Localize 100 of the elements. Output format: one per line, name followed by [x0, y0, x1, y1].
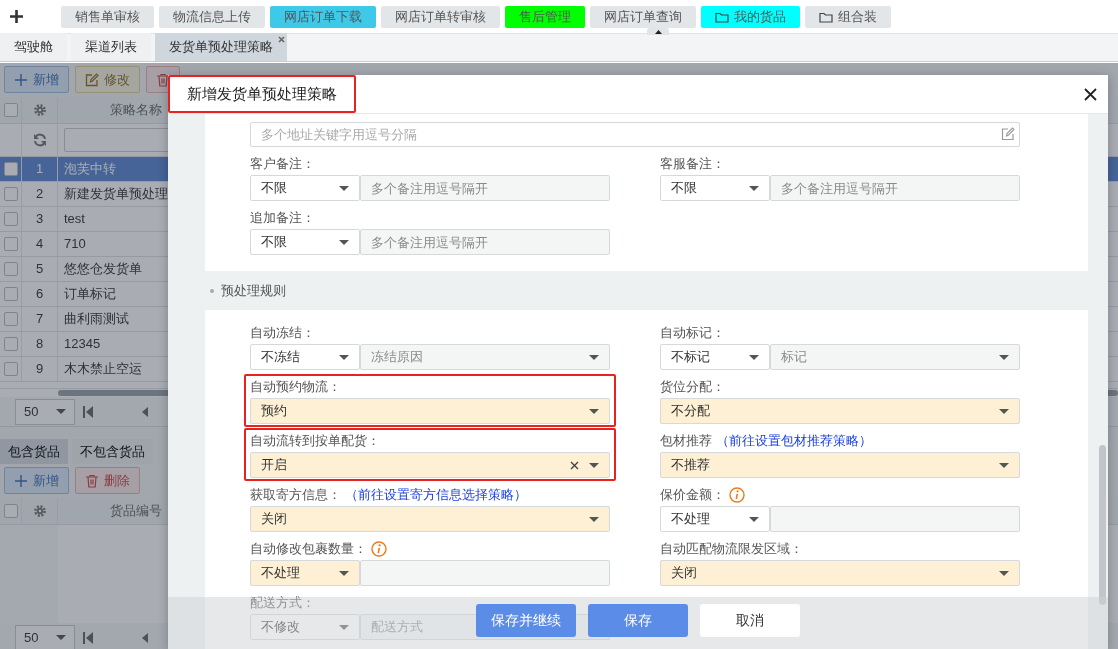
caret-icon: [56, 409, 66, 414]
checkbox[interactable]: [3, 187, 18, 201]
field-label: 保价金额：: [660, 485, 725, 504]
trash-icon: [85, 473, 99, 488]
page-tab[interactable]: 驾驶舱: [0, 33, 67, 61]
field-label: 自动预约物流：: [250, 377, 341, 396]
page-size-select[interactable]: 50: [15, 624, 75, 649]
caret-icon: [999, 462, 1009, 468]
select-field[interactable]: 不处理: [660, 506, 770, 532]
table-cell-text: test: [64, 210, 85, 229]
select-field[interactable]: 不标记: [660, 344, 770, 370]
select-field[interactable]: 开启: [250, 452, 610, 478]
edit-icon: [85, 72, 99, 87]
table-cell-text: 12345: [64, 335, 101, 354]
input-field[interactable]: [770, 506, 1020, 532]
table-cell-text: 泡芙中转: [64, 160, 116, 179]
table-cell-text: 曲利雨测试: [64, 310, 129, 329]
row-number: 1: [35, 160, 44, 179]
field-label: 配送方式：: [250, 593, 315, 612]
input-field[interactable]: 多个备注用逗号隔开: [360, 229, 610, 255]
menu-tab[interactable]: 组合装: [805, 5, 891, 28]
row-number: 8: [35, 335, 44, 354]
row-number: 5: [35, 260, 44, 279]
refresh-icon: [32, 133, 47, 147]
field-label: 自动修改包裹数量：: [250, 539, 367, 558]
caret-icon: [589, 516, 599, 522]
cancel-button[interactable]: 取消: [700, 603, 800, 637]
input-field[interactable]: 多个备注用逗号隔开: [770, 175, 1020, 201]
checkbox[interactable]: [3, 162, 18, 176]
select-field[interactable]: 关闭: [250, 506, 610, 532]
table-cell-text: 悠悠仓发货单: [64, 260, 142, 279]
table-cell-text: 新建发货单预处理: [64, 185, 168, 204]
table-cell-text: 710: [64, 235, 86, 254]
caret-icon: [339, 354, 349, 360]
plus-icon: [14, 473, 28, 488]
menu-tab[interactable]: 售后管理: [505, 5, 585, 28]
section-title: 预处理规则: [221, 281, 286, 300]
caret-icon: [749, 185, 759, 191]
page-tab[interactable]: 发货单预处理策略: [155, 33, 287, 61]
settings-icon: [32, 103, 47, 117]
row-number: 3: [35, 210, 44, 229]
previous-icon: [141, 406, 149, 417]
first-page-icon: [83, 631, 93, 644]
caret-icon: [339, 185, 349, 191]
caret-icon: [999, 354, 1009, 360]
edit-icon: [1001, 127, 1015, 141]
checkbox[interactable]: [3, 337, 18, 351]
menu-tab[interactable]: 我的货品: [701, 5, 800, 28]
table-cell-text: 订单标记: [64, 285, 116, 304]
select-field[interactable]: 关闭: [660, 560, 1020, 586]
select-field[interactable]: 不处理: [250, 560, 360, 586]
caret-icon: [749, 516, 759, 522]
menu-tab[interactable]: 网店订单下载: [270, 5, 376, 28]
checkbox[interactable]: [3, 312, 18, 326]
select-field[interactable]: 预约: [250, 398, 610, 424]
select-field[interactable]: 不限: [660, 175, 770, 201]
checkbox[interactable]: [3, 287, 18, 301]
checkbox[interactable]: [3, 362, 18, 376]
field-label: 客户备注：: [250, 154, 315, 173]
scrollbar-thumb[interactable]: [1099, 445, 1106, 605]
dialog-title: 新增发货单预处理策略: [168, 75, 356, 113]
checkbox[interactable]: [3, 103, 18, 117]
select-field[interactable]: 不限: [250, 229, 360, 255]
field-label: 获取寄方信息：: [250, 485, 341, 504]
checkbox[interactable]: [3, 504, 18, 518]
menu-tab[interactable]: 网店订单转审核: [381, 5, 500, 28]
menu-tab[interactable]: 物流信息上传: [159, 5, 265, 28]
row-number: 9: [35, 360, 44, 379]
page-tab[interactable]: 渠道列表: [71, 33, 151, 61]
plus-icon: [14, 72, 28, 87]
select-field[interactable]: 不推荐: [660, 452, 1020, 478]
input-field[interactable]: 多个备注用逗号隔开: [360, 175, 610, 201]
close-icon[interactable]: [1084, 88, 1097, 101]
select-field[interactable]: 不冻结: [250, 344, 360, 370]
input-field[interactable]: [360, 560, 610, 586]
caret-icon: [339, 624, 349, 630]
checkbox[interactable]: [3, 262, 18, 276]
caret-icon: [999, 408, 1009, 414]
row-number: 7: [35, 310, 44, 329]
collapse-handle[interactable]: [647, 28, 669, 35]
field-label: 自动冻结：: [250, 323, 315, 342]
caret-icon: [339, 239, 349, 245]
select-field[interactable]: 不分配: [660, 398, 1020, 424]
settings-link[interactable]: （前往设置包材推荐策略）: [716, 430, 872, 451]
panel-tab[interactable]: 包含货品: [0, 439, 68, 464]
caret-icon: [56, 635, 66, 640]
trash-icon: [156, 72, 170, 87]
settings-link[interactable]: （前往设置寄方信息选择策略）: [345, 484, 527, 505]
select-field[interactable]: 不限: [250, 175, 360, 201]
row-number: 2: [35, 185, 44, 204]
checkbox[interactable]: [3, 237, 18, 251]
field-label: 货位分配：: [660, 377, 725, 396]
previous-icon: [141, 632, 149, 643]
address-field[interactable]: 多个地址关键字用逗号分隔: [250, 122, 1020, 147]
bullet-icon: [210, 288, 214, 293]
page-size-select[interactable]: 50: [15, 398, 75, 425]
field-label: 客服备注：: [660, 154, 725, 173]
menu-tab[interactable]: 网店订单查询: [590, 5, 696, 28]
menu-tab[interactable]: 销售单审核: [61, 5, 154, 28]
checkbox[interactable]: [3, 212, 18, 226]
